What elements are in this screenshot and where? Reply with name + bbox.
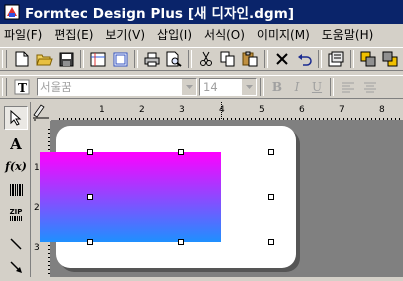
print-preview-icon[interactable] bbox=[163, 48, 185, 70]
window-title: Formtec Design Plus [새 디자인.dgm] bbox=[25, 6, 295, 22]
bring-front-icon[interactable] bbox=[357, 48, 379, 70]
resize-handle-top-left[interactable] bbox=[87, 149, 93, 155]
delete-icon[interactable] bbox=[271, 48, 293, 70]
align-left-icon[interactable] bbox=[337, 76, 359, 98]
text-tool-icon[interactable]: A bbox=[4, 132, 28, 156]
menu-format[interactable]: 서식(O) bbox=[198, 25, 251, 45]
toolbar-separator bbox=[318, 50, 322, 68]
ruler-label: 1 bbox=[34, 163, 40, 173]
menu-file[interactable]: 파일(F) bbox=[0, 25, 48, 45]
chevron-down-icon[interactable] bbox=[241, 79, 256, 95]
title-bar: Formtec Design Plus [새 디자인.dgm] bbox=[0, 0, 403, 24]
toolbar-grip[interactable] bbox=[2, 78, 7, 96]
ruler-label: 6 bbox=[299, 105, 305, 115]
font-name-select[interactable]: 서울꿈 bbox=[37, 78, 197, 96]
font-size-value: 14 bbox=[203, 80, 218, 94]
gradient-rectangle[interactable] bbox=[40, 152, 221, 242]
zip-tool-label: ZIP bbox=[9, 207, 23, 216]
cut-icon[interactable] bbox=[195, 48, 217, 70]
menu-image[interactable]: 이미지(M) bbox=[251, 25, 316, 45]
toolbar-separator bbox=[260, 78, 264, 96]
ruler-label: 1 bbox=[99, 105, 105, 115]
ruler-label: 8 bbox=[379, 105, 385, 115]
resize-handle-bottom[interactable] bbox=[178, 239, 184, 245]
grid-icon[interactable] bbox=[109, 48, 131, 70]
app-icon[interactable] bbox=[4, 4, 20, 20]
barcode-tool-icon[interactable] bbox=[4, 178, 28, 202]
zip-tool-icon[interactable]: ZIP bbox=[4, 202, 28, 226]
toolbar-separator bbox=[134, 50, 138, 68]
ruler-label: 2 bbox=[139, 105, 145, 115]
font-type-icon: T bbox=[11, 76, 33, 98]
menu-view[interactable]: 보기(V) bbox=[99, 25, 151, 45]
send-back-icon[interactable] bbox=[379, 48, 401, 70]
toolbar-separator bbox=[80, 50, 84, 68]
tool-palette: A f(x) ZIP bbox=[0, 102, 31, 277]
toolbar-separator bbox=[264, 50, 268, 68]
page-setup-icon[interactable] bbox=[87, 48, 109, 70]
underline-button[interactable]: U bbox=[307, 77, 327, 97]
paste-icon[interactable] bbox=[239, 48, 261, 70]
toolbar-grip[interactable] bbox=[2, 50, 7, 68]
toolbar-separator bbox=[350, 50, 354, 68]
line-tool-icon[interactable] bbox=[4, 232, 28, 256]
format-toolbar: T 서울꿈 14 B I U bbox=[0, 75, 403, 99]
svg-text:T: T bbox=[18, 81, 27, 95]
copy-icon[interactable] bbox=[217, 48, 239, 70]
function-tool-icon[interactable]: f(x) bbox=[4, 154, 28, 178]
resize-handle-bottom-right[interactable] bbox=[268, 239, 274, 245]
menu-help[interactable]: 도움말(H) bbox=[316, 25, 380, 45]
chevron-down-icon[interactable] bbox=[181, 79, 196, 95]
toolbar-separator bbox=[330, 78, 334, 96]
resize-handle-left[interactable] bbox=[87, 194, 93, 200]
font-size-select[interactable]: 14 bbox=[199, 78, 257, 96]
italic-button[interactable]: I bbox=[287, 77, 307, 97]
arrow-line-tool-icon[interactable] bbox=[4, 255, 28, 279]
align-center-icon[interactable] bbox=[359, 76, 381, 98]
open-icon[interactable] bbox=[33, 48, 55, 70]
print-icon[interactable] bbox=[141, 48, 163, 70]
ruler-label: 2 bbox=[34, 203, 40, 213]
resize-handle-top-right[interactable] bbox=[268, 149, 274, 155]
save-icon[interactable] bbox=[55, 48, 77, 70]
ruler-label: 3 bbox=[179, 105, 185, 115]
menu-bar: 파일(F) 편집(E) 보기(V) 삽입(I) 서식(O) 이미지(M) 도움말… bbox=[0, 25, 403, 45]
horizontal-ruler: 12345678 bbox=[40, 102, 403, 121]
bold-button[interactable]: B bbox=[267, 77, 287, 97]
new-icon[interactable] bbox=[11, 48, 33, 70]
resize-handle-bottom-left[interactable] bbox=[87, 239, 93, 245]
font-name-value: 서울꿈 bbox=[40, 80, 72, 94]
ruler-label: 3 bbox=[34, 243, 40, 253]
undo-icon[interactable] bbox=[293, 48, 315, 70]
menu-edit[interactable]: 편집(E) bbox=[48, 25, 99, 45]
standard-toolbar bbox=[0, 47, 403, 71]
ruler-label: 5 bbox=[259, 105, 265, 115]
ruler-corner[interactable] bbox=[31, 102, 51, 121]
resize-handle-top[interactable] bbox=[178, 149, 184, 155]
ruler-label: 7 bbox=[339, 105, 345, 115]
toolbar-separator bbox=[188, 50, 192, 68]
resize-handle-right[interactable] bbox=[268, 194, 274, 200]
select-tool-icon[interactable] bbox=[4, 106, 28, 130]
properties-icon[interactable] bbox=[325, 48, 347, 70]
menu-insert[interactable]: 삽입(I) bbox=[151, 25, 198, 45]
